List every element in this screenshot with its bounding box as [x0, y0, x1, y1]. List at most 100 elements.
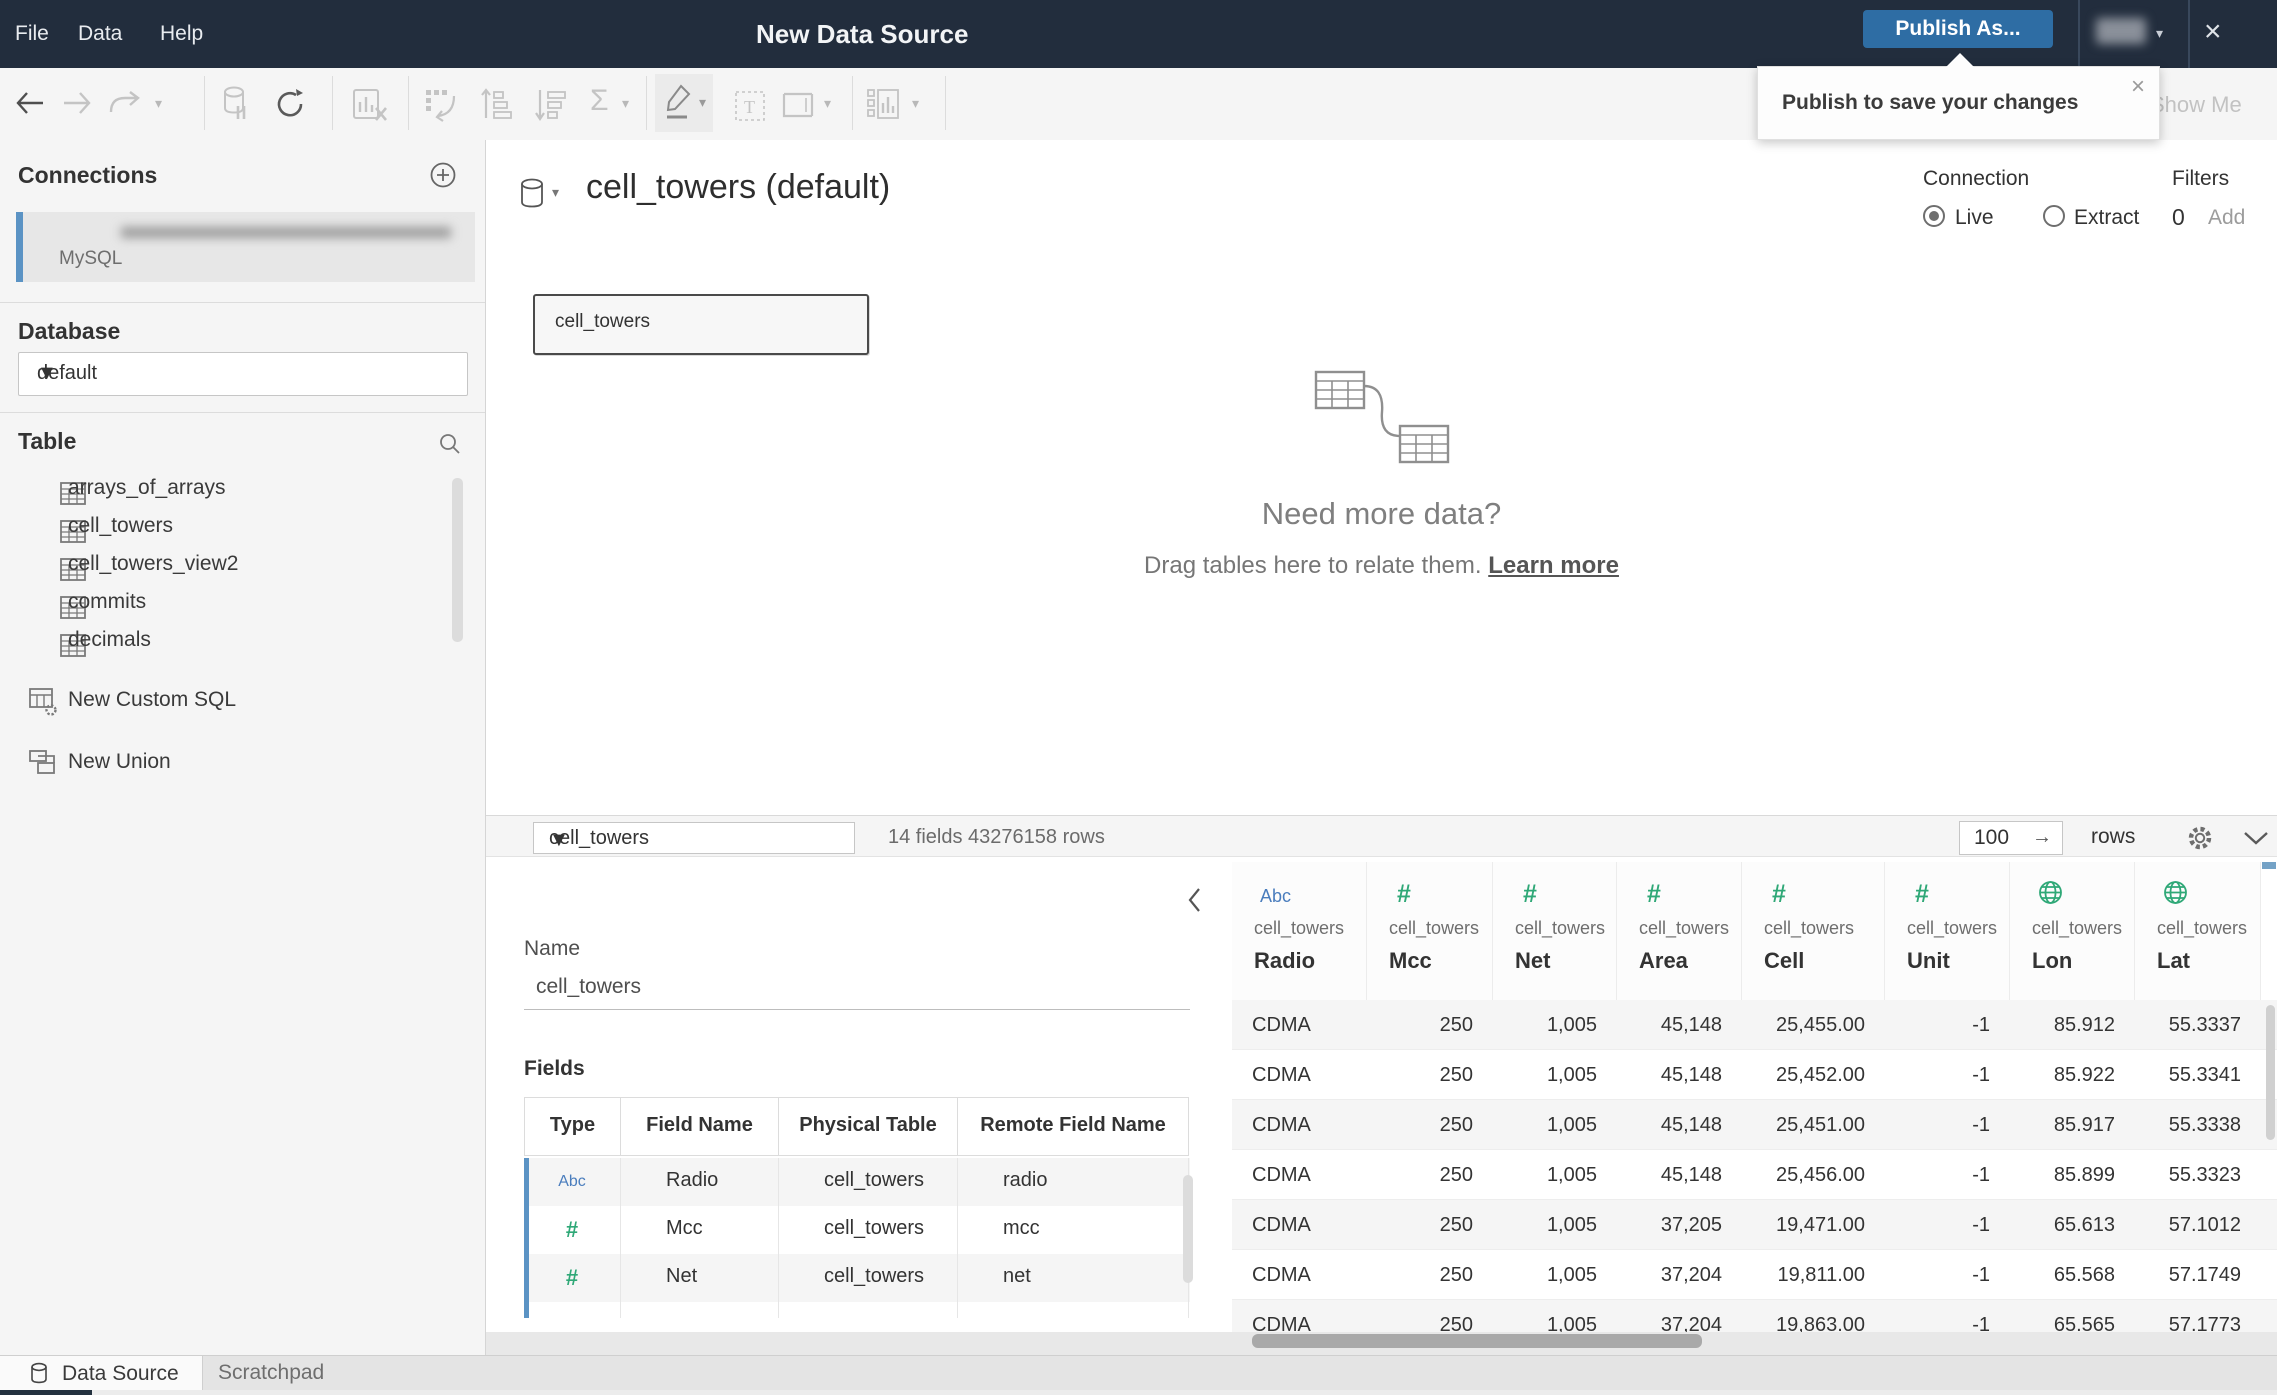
field-cell[interactable]: Net [621, 1254, 779, 1302]
live-radio[interactable] [1923, 205, 1945, 227]
search-icon[interactable] [438, 432, 462, 456]
refresh-icon[interactable] [274, 88, 306, 120]
grid-cell[interactable]: 55.3341 [2135, 1050, 2261, 1100]
datasource-pause-icon[interactable] [222, 86, 250, 122]
publish-as-button[interactable]: Publish As... [1863, 10, 2053, 48]
grid-cell[interactable]: 250 [1367, 1300, 1493, 1332]
field-cell[interactable]: Abc [524, 1158, 621, 1206]
grid-cell[interactable]: 65.565 [2010, 1300, 2135, 1332]
grid-cell[interactable]: 57.1749 [2135, 1250, 2261, 1300]
grid-cell[interactable]: CDMA [1232, 1100, 1367, 1150]
grid-column-header-Mcc[interactable]: # cell_towers Mcc [1367, 862, 1493, 1002]
grid-cell[interactable]: 45,148 [1617, 1000, 1742, 1050]
sidebar-table-commits[interactable]: commits [0, 584, 452, 622]
sidebar-table-arrays_of_arrays[interactable]: arrays_of_arrays [0, 470, 452, 508]
field-row-partial[interactable] [524, 1302, 1190, 1318]
table-row[interactable]: CDMA 250 1,005 45,148 25,456.00 -1 85.899 55.33… [1232, 1150, 2277, 1200]
learn-more-link[interactable]: Learn more [1488, 552, 1619, 579]
grid-cell[interactable]: 55.3323 [2135, 1150, 2261, 1200]
redo-icon[interactable] [62, 90, 92, 116]
field-cell[interactable]: # [524, 1254, 621, 1302]
collapse-panel-chevron-left-icon[interactable] [1186, 887, 1202, 913]
grid-cell[interactable]: -1 [1885, 1050, 2010, 1100]
menu-data[interactable]: Data [78, 0, 122, 68]
grid-cell[interactable]: 19,863.00 [1742, 1300, 1885, 1332]
grid-cell[interactable]: 65.568 [2010, 1250, 2135, 1300]
tab-data-source[interactable]: Data Source [0, 1356, 203, 1391]
grid-cell[interactable]: 57.1012 [2135, 1200, 2261, 1250]
table-row[interactable]: CDMA 250 1,005 37,205 19,471.00 -1 65.613 57.10… [1232, 1200, 2277, 1250]
grid-cell[interactable]: 37,205 [1617, 1200, 1742, 1250]
grid-column-header-Lon[interactable]: cell_towers Lon [2010, 862, 2135, 1002]
datasource-title[interactable]: cell_towers (default) [586, 168, 890, 207]
sidebar-table-cell_towers[interactable]: cell_towers [0, 508, 452, 546]
grid-cell[interactable]: 45,148 [1617, 1100, 1742, 1150]
show-me-chevron-down-icon[interactable]: ▾ [912, 95, 919, 112]
extract-radio-label[interactable]: Extract [2074, 206, 2139, 230]
grid-column-header-Net[interactable]: # cell_towers Net [1493, 862, 1617, 1002]
grid-cell[interactable]: 1,005 [1493, 1200, 1617, 1250]
undo-icon[interactable] [15, 90, 45, 116]
avatar[interactable] [2096, 18, 2146, 44]
field-cell[interactable]: mcc [958, 1206, 1189, 1254]
grid-cell[interactable]: 65.613 [2010, 1200, 2135, 1250]
tooltip-close-icon[interactable]: × [2131, 73, 2145, 101]
grid-cell[interactable]: -1 [1885, 1100, 2010, 1150]
grid-cell[interactable]: 55.3338 [2135, 1100, 2261, 1150]
grid-cell[interactable]: 250 [1367, 1200, 1493, 1250]
grid-cell[interactable]: CDMA [1232, 1050, 1367, 1100]
grid-cell[interactable]: 85.899 [2010, 1150, 2135, 1200]
show-me-icon[interactable] [866, 88, 902, 122]
grid-cell[interactable]: 1,005 [1493, 1100, 1617, 1150]
grid-column-header-Radio[interactable]: Abc cell_towers Radio [1232, 862, 1367, 1002]
replay-chevron-down-icon[interactable]: ▾ [155, 95, 162, 112]
sidebar-table-decimals[interactable]: decimals [0, 622, 452, 660]
field-cell[interactable]: net [958, 1254, 1189, 1302]
grid-cell[interactable]: 57.1773 [2135, 1300, 2261, 1332]
grid-cell[interactable]: -1 [1885, 1300, 2010, 1332]
settings-gear-icon[interactable] [2186, 824, 2214, 852]
datasource-chevron-down-icon[interactable]: ▾ [552, 184, 559, 201]
grid-cell[interactable]: 25,452.00 [1742, 1050, 1885, 1100]
menu-help[interactable]: Help [160, 0, 203, 68]
grid-cell[interactable]: CDMA [1232, 1000, 1367, 1050]
grid-cell[interactable]: CDMA [1232, 1200, 1367, 1250]
row-count-apply-arrow-icon[interactable]: → [2032, 826, 2052, 849]
grid-cell[interactable]: 85.922 [2010, 1050, 2135, 1100]
table-borders-chevron-down-icon[interactable]: ▾ [824, 95, 831, 112]
grid-cell[interactable]: 1,005 [1493, 1300, 1617, 1332]
field-cell[interactable]: cell_towers [779, 1158, 958, 1206]
grid-column-header-Lat[interactable]: cell_towers Lat [2135, 862, 2261, 1002]
table-select-dropdown[interactable]: cell_towers ▼ [533, 822, 855, 854]
grid-cell[interactable]: 250 [1367, 1150, 1493, 1200]
grid-cell[interactable]: 45,148 [1617, 1050, 1742, 1100]
table-row[interactable]: CDMA 250 1,005 45,148 25,451.00 -1 85.917 55.33… [1232, 1100, 2277, 1150]
grid-cell[interactable]: 1,005 [1493, 1150, 1617, 1200]
collapse-preview-chevron-icon[interactable] [2243, 830, 2269, 846]
field-cell[interactable]: cell_towers [779, 1254, 958, 1302]
field-row-Net[interactable]: # Net cell_towers net [524, 1254, 1190, 1302]
sort-ascending-icon[interactable] [480, 88, 514, 122]
field-cell[interactable] [958, 1302, 1189, 1318]
clear-sheet-icon[interactable] [352, 88, 388, 122]
grid-column-header-Unit[interactable]: # cell_towers Unit [1885, 862, 2010, 1002]
grid-cell[interactable]: -1 [1885, 1200, 2010, 1250]
field-cell[interactable] [621, 1302, 779, 1318]
grid-cell[interactable]: 1,005 [1493, 1250, 1617, 1300]
field-row-Radio[interactable]: Abc Radio cell_towers radio [524, 1158, 1190, 1206]
grid-cell[interactable]: 250 [1367, 1050, 1493, 1100]
grid-cell[interactable]: 250 [1367, 1000, 1493, 1050]
table-row[interactable]: CDMA 250 1,005 37,204 19,863.00 -1 65.565 57.17… [1232, 1300, 2277, 1332]
grid-cell[interactable]: 85.912 [2010, 1000, 2135, 1050]
sidebar-table-cell_towers_view2[interactable]: cell_towers_view2 [0, 546, 452, 584]
grid-cell[interactable]: 25,456.00 [1742, 1150, 1885, 1200]
fields-table-scrollbar[interactable] [1183, 1175, 1193, 1283]
new-union[interactable]: New Union [0, 747, 452, 785]
highlight-chevron-down-icon[interactable]: ▾ [699, 94, 706, 111]
grid-cell[interactable]: 19,811.00 [1742, 1250, 1885, 1300]
grid-cell[interactable]: 1,005 [1493, 1050, 1617, 1100]
field-row-Mcc[interactable]: # Mcc cell_towers mcc [524, 1206, 1190, 1254]
sort-descending-icon[interactable] [534, 88, 568, 122]
grid-cell[interactable]: CDMA [1232, 1150, 1367, 1200]
grid-horizontal-scrollbar[interactable] [1252, 1334, 1702, 1348]
